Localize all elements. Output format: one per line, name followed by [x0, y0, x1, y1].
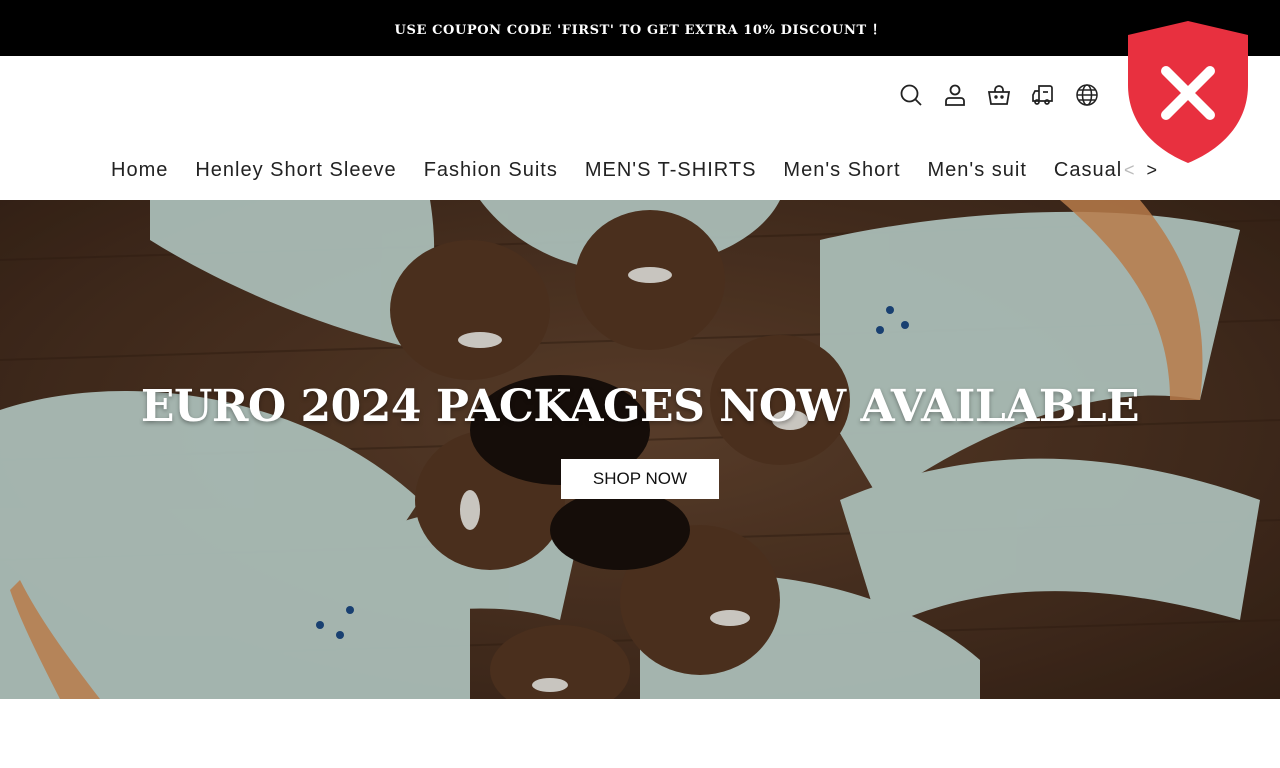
shop-now-button[interactable]: SHOP NOW [561, 459, 719, 499]
nav-item-henley-short-sleeve[interactable]: Henley Short Sleeve [195, 154, 396, 186]
hero-title: EURO 2024 PACKAGES NOW AVAILABLE [140, 381, 1140, 432]
announcement-text: USE COUPON CODE 'FIRST' TO GET EXTRA 10%… [394, 22, 886, 38]
site-header: Home Henley Short Sleeve Fashion Suits MEN'… [0, 56, 1280, 200]
announcement-bar: USE COUPON CODE 'FIRST' TO GET EXTRA 10%… [0, 0, 1280, 56]
shield-close-icon[interactable] [1126, 19, 1250, 165]
cart-icon[interactable] [984, 80, 1014, 110]
main-navigation: Home Henley Short Sleeve Fashion Suits MEN'… [111, 154, 1121, 186]
account-icon[interactable] [940, 80, 970, 110]
search-icon[interactable] [896, 80, 926, 110]
nav-item-mens-t-shirts[interactable]: MEN'S T-SHIRTS [585, 154, 757, 186]
nav-item-casual[interactable]: Casual [1054, 154, 1121, 186]
nav-item-mens-short[interactable]: Men's Short [783, 154, 900, 186]
nav-item-home[interactable]: Home [111, 154, 168, 186]
shipping-truck-icon[interactable] [1028, 80, 1058, 110]
hero-overlay [0, 200, 1280, 699]
header-icons [896, 80, 1102, 110]
content-area [0, 699, 1280, 768]
globe-icon[interactable] [1072, 80, 1102, 110]
hero-banner: EURO 2024 PACKAGES NOW AVAILABLE SHOP NO… [0, 200, 1280, 699]
nav-item-mens-suit[interactable]: Men's suit [928, 154, 1027, 186]
nav-item-fashion-suits[interactable]: Fashion Suits [424, 154, 558, 186]
